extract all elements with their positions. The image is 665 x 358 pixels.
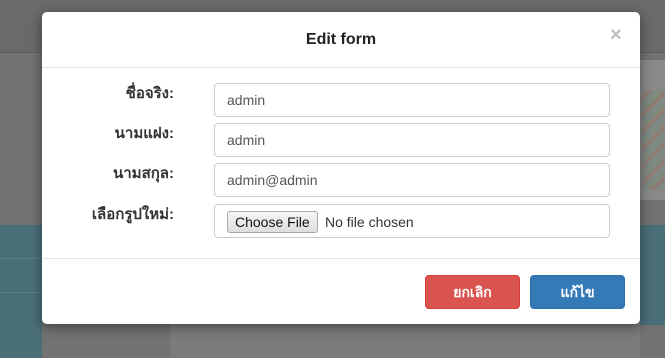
background-image-content bbox=[642, 90, 665, 190]
background-table-column-right bbox=[640, 225, 665, 325]
lastname-input[interactable]: admin@admin bbox=[214, 163, 610, 197]
form-row-lastname: นามสกุล: admin@admin bbox=[42, 163, 640, 197]
background-table-row-line bbox=[0, 258, 42, 259]
modal-footer-divider bbox=[42, 258, 640, 259]
firstname-label: ชื่อจริง: bbox=[125, 85, 174, 102]
form-row-image: เลือกรูปใหม่: Choose File No file chosen bbox=[42, 204, 640, 238]
file-input: Choose File No file chosen bbox=[214, 204, 610, 238]
choose-file-button[interactable]: Choose File bbox=[227, 211, 318, 233]
file-status: No file chosen bbox=[325, 214, 414, 230]
background-table-row bbox=[170, 322, 640, 358]
cancel-button[interactable]: ยกเลิก bbox=[425, 275, 520, 309]
image-label: เลือกรูปใหม่: bbox=[91, 206, 174, 223]
modal-header: Edit form × bbox=[42, 12, 640, 68]
form-row-firstname: ชื่อจริง: admin bbox=[42, 83, 640, 117]
edit-modal: Edit form × ชื่อจริง: admin นามแฝง: admi… bbox=[42, 12, 640, 324]
nickname-input[interactable]: admin bbox=[214, 123, 610, 157]
nickname-label: นามแฝง: bbox=[114, 125, 174, 142]
close-icon[interactable]: × bbox=[610, 25, 622, 45]
form-row-nickname: นามแฝง: admin bbox=[42, 123, 640, 157]
lastname-label: นามสกุล: bbox=[113, 165, 174, 182]
modal-title: Edit form bbox=[305, 31, 377, 48]
firstname-input[interactable]: admin bbox=[214, 83, 610, 117]
background-table-row-line bbox=[0, 292, 42, 293]
edit-button[interactable]: แก้ไข bbox=[530, 275, 625, 309]
